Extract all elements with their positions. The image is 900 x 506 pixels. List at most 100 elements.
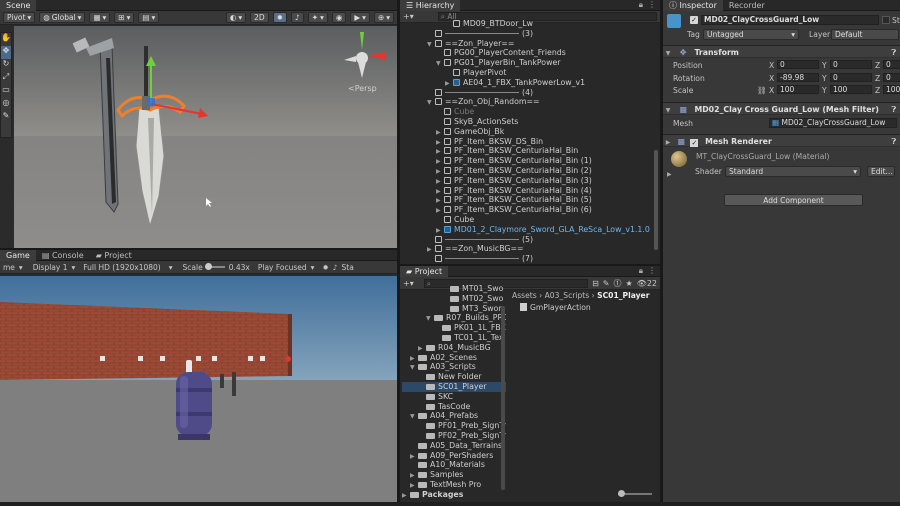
rotation-y-field[interactable]: 0: [830, 72, 872, 82]
hierarchy-row[interactable]: ▶ PF_Item_BKSW_CenturiaHal_Bin (3): [400, 176, 652, 186]
hierarchy-row[interactable]: ▶ GameObj_Bk: [400, 127, 652, 137]
project-folder-row[interactable]: PK01_1L_FBX: [402, 323, 506, 333]
project-folder-row[interactable]: New Folder: [402, 372, 506, 382]
project-folder-row[interactable]: ▶ A09_PerShaders: [402, 451, 506, 461]
layer-dropdown[interactable]: Default: [831, 29, 899, 40]
hierarchy-row[interactable]: (7): [400, 254, 652, 264]
project-folder-row[interactable]: A10_Materials: [402, 460, 506, 470]
hierarchy-row[interactable]: ▼ ==Zon_Player==: [400, 39, 652, 49]
search-by-label-icon[interactable]: ✎: [603, 279, 610, 288]
more-options-icon[interactable]: ⋮: [648, 0, 656, 10]
hidden-packages-count[interactable]: 👁︎22: [637, 279, 657, 288]
custom-tool-icon[interactable]: ✎: [1, 111, 11, 124]
expand-right-icon[interactable]: ▶: [402, 491, 410, 500]
hierarchy-row[interactable]: (5): [400, 235, 652, 245]
mesh-filter-header[interactable]: ▼ ▦ MD02_Clay Cross Guard_Low (Mesh Filt…: [663, 102, 900, 115]
active-checkbox[interactable]: ✓: [690, 16, 698, 24]
scale-y-field[interactable]: 100: [830, 85, 872, 94]
breadcrumb-current[interactable]: SC01_Player: [597, 291, 649, 300]
hierarchy-row[interactable]: PG00_PlayerContent_Friends: [400, 48, 652, 58]
project-folder-row[interactable]: ▼ A04_Prefabs: [402, 411, 506, 421]
gizmos-button[interactable]: ⊕ ▾: [373, 12, 394, 23]
mute-audio-icon[interactable]: ♪: [333, 263, 338, 272]
y-axis-label[interactable]: Y: [822, 86, 827, 95]
project-folder-row[interactable]: MT3_Swor: [402, 304, 506, 314]
hidden-objects-toggle[interactable]: ◉: [331, 12, 347, 23]
help-icon[interactable]: ❓︎: [891, 103, 896, 116]
hierarchy-row[interactable]: ▶ PF_Item_BKSW_CenturiaHal_Bin (4): [400, 186, 652, 196]
tab-inspector[interactable]: ⓘ Inspector: [663, 0, 723, 11]
project-folder-row[interactable]: ▼ R07_Builds_PR0: [402, 313, 506, 323]
project-folder-row[interactable]: ▶ R04_MusicBG: [402, 343, 506, 353]
tab-project-bottom[interactable]: ▰ Project: [90, 250, 138, 261]
hierarchy-scrollbar[interactable]: [654, 150, 658, 250]
mode-2d-button[interactable]: 2D: [250, 12, 269, 23]
mesh-object-field[interactable]: ▦ MD02_ClayCrossGuard_Low: [769, 118, 897, 128]
hierarchy-row[interactable]: ▶ MD01_2_Claymore_Sword_GLA_ReSca_Low_v1.…: [400, 225, 652, 235]
lock-icon[interactable]: 🔒︎: [639, 266, 643, 276]
resolution-dropdown[interactable]: Full HD (1920x1080): [83, 263, 160, 272]
tab-hierarchy[interactable]: ☰ Hierarchy: [400, 0, 461, 11]
game-mode-dropdown[interactable]: me: [3, 263, 15, 272]
camera-button[interactable]: ▶ ▾: [350, 12, 370, 23]
z-axis-label[interactable]: Z: [875, 74, 880, 83]
enabled-checkbox[interactable]: ✓: [690, 139, 699, 147]
game-viewport[interactable]: [0, 276, 397, 502]
scale-slider-handle[interactable]: [204, 263, 212, 270]
hierarchy-row[interactable]: ▶ ==Zon_MusicBG==: [400, 244, 652, 254]
move-tool-icon[interactable]: ✥: [1, 46, 11, 59]
hierarchy-row[interactable]: ▶ AE04_1_FBX_TankPowerLow_v1: [400, 78, 652, 88]
packages-row[interactable]: ▶ Packages: [402, 490, 506, 500]
search-by-type-icon[interactable]: ⊟: [592, 279, 599, 288]
grid-snap-button[interactable]: ▦ ▾: [89, 12, 111, 23]
constrain-proportions-icon[interactable]: ⛓︎: [757, 86, 767, 95]
increment-snap-button[interactable]: ⊞ ▾: [114, 12, 135, 23]
tab-recorder[interactable]: Recorder: [723, 0, 771, 11]
rect-tool-icon[interactable]: ▭: [1, 85, 11, 98]
hierarchy-row[interactable]: Cube: [400, 107, 652, 117]
x-axis-label[interactable]: X: [769, 86, 774, 95]
lighting-toggle[interactable]: ✹: [272, 12, 287, 23]
draw-mode-button[interactable]: ◐ ▾: [225, 12, 247, 23]
hierarchy-row[interactable]: (4): [400, 88, 652, 98]
pivot-toggle[interactable]: Pivot ▾: [3, 12, 36, 23]
x-axis-label[interactable]: X: [769, 61, 774, 70]
static-checkbox[interactable]: [882, 16, 890, 24]
audio-toggle[interactable]: ♪: [290, 12, 304, 23]
help-icon[interactable]: ❓︎: [891, 46, 896, 59]
icon-size-handle[interactable]: [618, 490, 625, 497]
scene-viewport[interactable]: <Persp: [14, 26, 397, 248]
project-folder-row[interactable]: MT01_Swo: [402, 284, 506, 294]
lock-icon[interactable]: 🔒︎: [639, 0, 643, 10]
tag-dropdown[interactable]: Untagged ▾: [703, 29, 799, 40]
hierarchy-row[interactable]: ▶ PF_Item_BKSW_DS_Bin: [400, 137, 652, 147]
position-x-field[interactable]: 0: [777, 60, 819, 69]
hierarchy-row[interactable]: ▶ PF_Item_BKSW_CenturiaHal_Bin: [400, 146, 652, 156]
project-folder-row[interactable]: MT02_Swo: [402, 294, 506, 304]
hierarchy-row[interactable]: ▶ PF_Item_BKSW_CenturiaHal_Bin (6): [400, 205, 652, 215]
info-icon[interactable]: ⓵: [613, 278, 621, 289]
breadcrumb-scripts[interactable]: A03_Scripts: [545, 291, 590, 300]
help-icon[interactable]: ❓︎: [891, 135, 896, 148]
icon-size-slider[interactable]: [618, 490, 652, 497]
tab-game[interactable]: Game: [0, 249, 36, 261]
hierarchy-row[interactable]: Cube: [400, 215, 652, 225]
stats-button[interactable]: Sta: [342, 263, 354, 272]
position-y-field[interactable]: 0: [830, 60, 872, 69]
hierarchy-row[interactable]: SkyB_ActionSets: [400, 117, 652, 127]
tab-console[interactable]: ▤ Console: [36, 250, 90, 261]
hierarchy-row[interactable]: MD09_BTDoor_Lw: [400, 19, 652, 29]
hierarchy-row[interactable]: PlayerPivot: [400, 68, 652, 78]
transform-header[interactable]: ▼ ✥ Transform ❓︎: [663, 45, 900, 58]
play-focused-dropdown[interactable]: Play Focused: [258, 263, 307, 272]
z-axis-label[interactable]: Z: [875, 86, 880, 95]
project-folder-row[interactable]: TasCode: [402, 402, 506, 412]
rotate-tool-icon[interactable]: ↻: [1, 59, 11, 72]
material-foldout-icon[interactable]: ▶: [667, 171, 672, 178]
project-folder-row[interactable]: ▶ Samples: [402, 470, 506, 480]
tab-project[interactable]: ▰ Project: [400, 265, 449, 277]
hand-tool-icon[interactable]: ✋: [1, 33, 11, 46]
project-folder-row[interactable]: SC01_Player: [402, 381, 506, 392]
project-folder-row[interactable]: PF02_Preb_SignTr: [402, 431, 506, 441]
project-tree-scrollbar[interactable]: [501, 306, 505, 490]
